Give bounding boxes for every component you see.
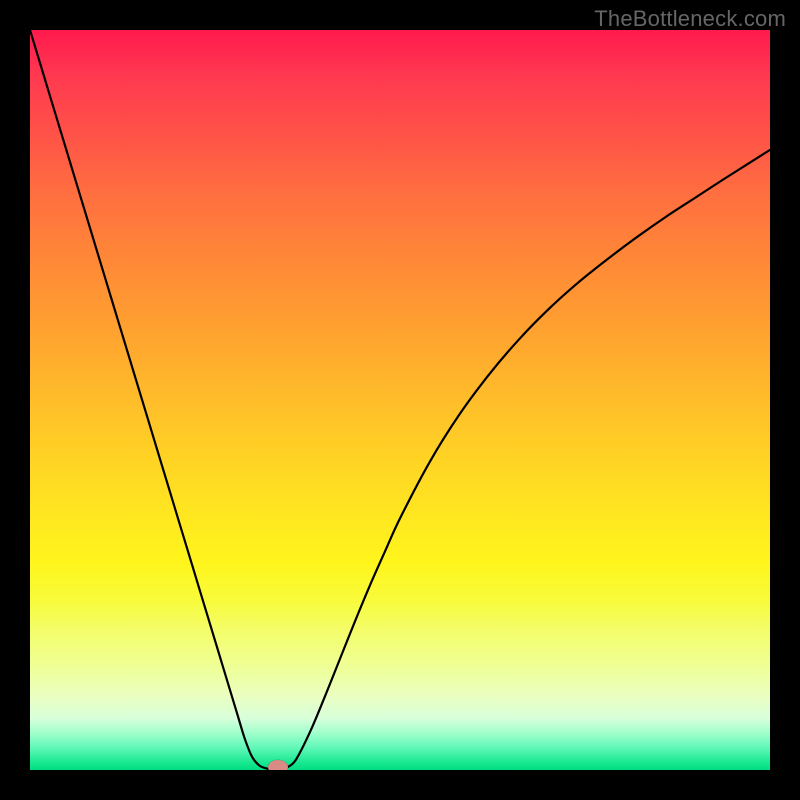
watermark-text: TheBottleneck.com — [594, 6, 786, 32]
plot-area — [30, 30, 770, 770]
chart-frame: TheBottleneck.com — [0, 0, 800, 800]
bottleneck-curve — [30, 30, 770, 770]
minimum-marker — [268, 760, 288, 770]
